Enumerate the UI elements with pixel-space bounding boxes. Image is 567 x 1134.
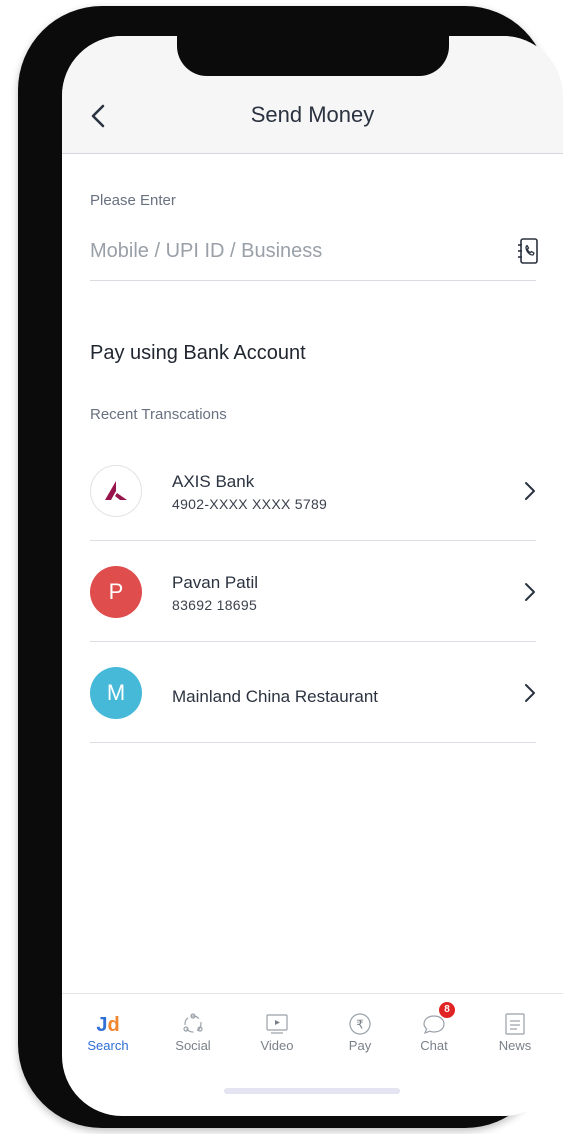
- chat-badge: 8: [439, 1002, 455, 1018]
- chevron-right-icon: [525, 482, 535, 500]
- tab-label: Video: [260, 1038, 294, 1053]
- tab-pay[interactable]: ₹ Pay: [325, 1006, 395, 1053]
- avatar: P: [90, 566, 142, 618]
- news-icon: [505, 1013, 525, 1035]
- screen: Send Money Please Enter Pay using Bank A…: [62, 36, 563, 1116]
- tab-label: Pay: [348, 1038, 372, 1053]
- bottom-tab-bar: Jd Search Social Video ₹ Pay 8 Chat News: [62, 993, 563, 1064]
- phone-notch: [177, 36, 449, 76]
- recipient-input[interactable]: [90, 240, 490, 263]
- jd-logo-icon: Jd: [96, 1014, 120, 1036]
- recent-item-name: Mainland China Restaurant: [172, 687, 379, 706]
- recent-item-detail: 4902-XXXX XXXX 5789: [172, 496, 328, 512]
- phone-frame: Send Money Please Enter Pay using Bank A…: [18, 6, 563, 1128]
- recent-item-axis-bank[interactable]: AXIS Bank 4902-XXXX XXXX 5789: [90, 440, 536, 541]
- recent-transactions-label: Recent Transcations: [90, 406, 227, 423]
- tab-video[interactable]: Video: [242, 1006, 312, 1053]
- tab-news[interactable]: News: [480, 1006, 550, 1053]
- social-icon: [183, 1013, 203, 1033]
- recent-item-name: Pavan Patil: [172, 573, 258, 592]
- recent-item-detail: 83692 18695: [172, 597, 258, 613]
- tab-label: Chat: [420, 1038, 448, 1053]
- home-indicator[interactable]: [224, 1088, 400, 1094]
- tab-label: Search: [87, 1038, 129, 1053]
- svg-text:₹: ₹: [356, 1018, 364, 1032]
- recipient-label: Please Enter: [90, 192, 176, 209]
- recent-item-mainland-china[interactable]: M Mainland China Restaurant: [90, 642, 536, 743]
- recipient-field: [90, 236, 538, 281]
- tab-search[interactable]: Jd Search: [73, 1006, 143, 1053]
- video-icon: [266, 1014, 288, 1034]
- tab-chat[interactable]: 8 Chat: [399, 1002, 469, 1053]
- page-title: Send Money: [250, 102, 375, 127]
- rupee-icon: ₹: [349, 1013, 371, 1035]
- tab-label: Social: [175, 1038, 211, 1053]
- phonebook-icon[interactable]: [516, 236, 540, 266]
- axis-bank-logo-icon: [90, 465, 142, 517]
- pay-using-bank-title: Pay using Bank Account: [90, 342, 306, 364]
- recent-item-pavan-patil[interactable]: P Pavan Patil 83692 18695: [90, 541, 536, 642]
- tab-social[interactable]: Social: [158, 1006, 228, 1053]
- avatar: M: [90, 667, 142, 719]
- tab-label: News: [498, 1038, 532, 1053]
- recent-item-name: AXIS Bank: [172, 472, 255, 491]
- chevron-right-icon: [525, 684, 535, 702]
- chevron-right-icon: [525, 583, 535, 601]
